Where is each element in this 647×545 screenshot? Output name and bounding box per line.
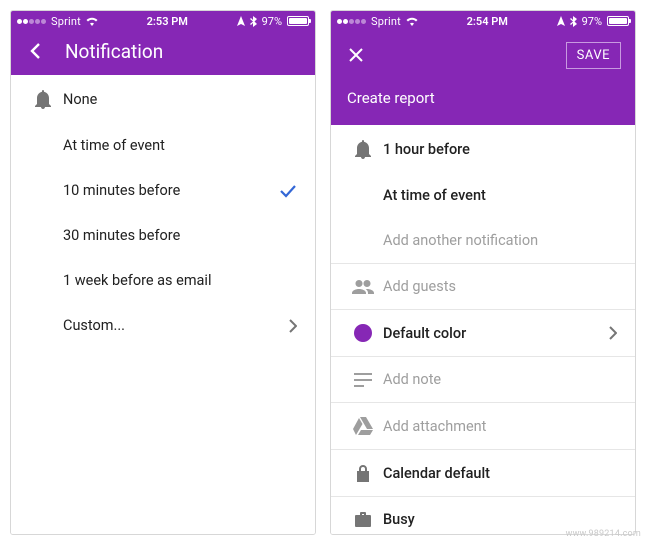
notes-icon	[354, 373, 372, 387]
add-attachment-row[interactable]: Add attachment	[331, 403, 635, 449]
row-label: 1 hour before	[383, 141, 617, 158]
row-label: Add another notification	[383, 232, 617, 249]
status-bar: Sprint 2:53 PM 97%	[11, 11, 315, 31]
location-icon	[557, 16, 565, 26]
option-at-time[interactable]: At time of event	[11, 123, 315, 168]
location-icon	[237, 16, 245, 26]
close-icon	[348, 47, 364, 63]
add-guests-row[interactable]: Add guests	[331, 264, 635, 309]
bluetooth-icon	[570, 16, 577, 27]
nav-header: Notification	[11, 31, 315, 75]
watermark: www.989214.com	[566, 529, 641, 539]
option-1-week-email[interactable]: 1 week before as email	[11, 258, 315, 303]
row-label: Default color	[383, 325, 609, 342]
notification-picker-screen: Sprint 2:53 PM 97% Notification No	[10, 10, 316, 535]
add-notification-row[interactable]: Add another notification	[331, 218, 635, 263]
battery-percent: 97%	[262, 15, 282, 28]
chevron-right-icon	[289, 319, 297, 333]
row-label: At time of event	[383, 187, 617, 204]
carrier-label: Sprint	[51, 15, 81, 28]
status-bar: Sprint 2:54 PM 97%	[331, 11, 635, 31]
drive-icon	[353, 417, 373, 435]
row-label: Calendar default	[383, 465, 617, 482]
lock-icon	[356, 464, 370, 482]
option-label: 30 minutes before	[63, 227, 297, 244]
option-30-min[interactable]: 30 minutes before	[11, 213, 315, 258]
battery-percent: 97%	[582, 15, 602, 28]
close-button[interactable]	[345, 44, 367, 66]
option-label: 10 minutes before	[63, 182, 279, 199]
notification-row-2[interactable]: At time of event	[331, 173, 635, 218]
bell-icon	[354, 139, 372, 159]
save-button[interactable]: SAVE	[566, 42, 621, 69]
option-label: Custom...	[63, 317, 289, 334]
row-label: Busy	[383, 511, 617, 528]
bell-icon	[34, 89, 52, 109]
notification-row-1[interactable]: 1 hour before	[331, 125, 635, 173]
row-label: Add attachment	[383, 418, 617, 435]
visibility-row[interactable]: Calendar default	[331, 450, 635, 496]
option-none[interactable]: None	[11, 75, 315, 123]
option-custom[interactable]: Custom...	[11, 303, 315, 348]
people-icon	[352, 280, 374, 294]
battery-icon	[607, 16, 629, 26]
battery-icon	[287, 16, 309, 26]
create-event-screen: Sprint 2:54 PM 97% SAVE Create report	[330, 10, 636, 535]
briefcase-icon	[355, 512, 371, 527]
checkmark-icon	[279, 184, 297, 198]
row-label: Add note	[383, 371, 617, 388]
chevron-left-icon	[27, 42, 45, 60]
option-label: None	[63, 91, 297, 108]
option-10-min[interactable]: 10 minutes before	[11, 168, 315, 213]
add-note-row[interactable]: Add note	[331, 357, 635, 402]
color-swatch-icon	[354, 324, 372, 342]
page-title: Notification	[65, 40, 163, 63]
clock-label: 2:54 PM	[418, 15, 557, 28]
chevron-right-icon	[609, 326, 617, 340]
event-settings-list: 1 hour before At time of event Add anoth…	[331, 125, 635, 534]
back-button[interactable]	[25, 40, 47, 62]
nav-header: SAVE Create report	[331, 31, 635, 125]
carrier-label: Sprint	[371, 15, 401, 28]
bluetooth-icon	[250, 16, 257, 27]
clock-label: 2:53 PM	[98, 15, 237, 28]
row-label: Add guests	[383, 278, 617, 295]
option-label: At time of event	[63, 137, 297, 154]
event-title[interactable]: Create report	[347, 89, 621, 107]
color-row[interactable]: Default color	[331, 310, 635, 356]
option-label: 1 week before as email	[63, 272, 297, 289]
options-list: None At time of event 10 minutes before …	[11, 75, 315, 534]
